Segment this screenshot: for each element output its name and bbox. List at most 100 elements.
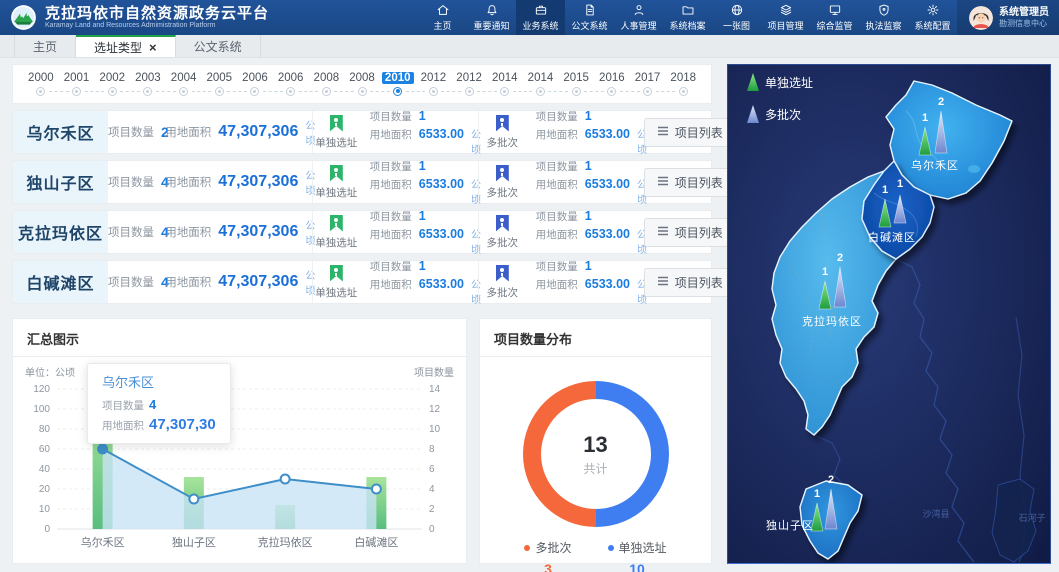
- nav-item-label: 主页: [433, 19, 451, 32]
- neighbor-label: 石河子: [1018, 512, 1045, 523]
- svg-text:8: 8: [429, 444, 435, 455]
- timeline-year[interactable]: 2003: [130, 72, 166, 97]
- donut-legend-item-1: 单独选址10: [608, 539, 667, 572]
- multi-batch-label: 多批次: [487, 235, 519, 250]
- timeline-dot[interactable]: [500, 87, 509, 96]
- nav-item-briefcase[interactable]: 业务系统: [516, 0, 565, 35]
- timeline-year[interactable]: 2016: [594, 72, 630, 97]
- timeline-year[interactable]: 2014: [523, 72, 559, 97]
- nav-item-bell[interactable]: 重要通知: [467, 0, 516, 35]
- line-point-独山子区[interactable]: [189, 495, 198, 504]
- nav-item-shield[interactable]: 执法监察: [859, 0, 908, 35]
- timeline-year[interactable]: 2001: [59, 72, 95, 97]
- svg-text:2: 2: [429, 504, 435, 515]
- timeline-year[interactable]: 2014: [487, 72, 523, 97]
- timeline-dot[interactable]: [572, 87, 581, 96]
- timeline-year[interactable]: 2018: [665, 72, 701, 97]
- land-area-value: 47,307,306: [218, 173, 298, 191]
- nav-item-label: 公文系统: [571, 19, 607, 32]
- year-label: 2005: [206, 72, 232, 84]
- user-name: 系统管理员: [999, 7, 1049, 19]
- nav-item-label: 系统档案: [669, 19, 705, 32]
- nav-item-doc[interactable]: 公文系统: [565, 0, 614, 35]
- nav-item-monitor[interactable]: 综合监管: [810, 0, 859, 35]
- timeline-dot[interactable]: [286, 87, 295, 96]
- timeline-dot[interactable]: [250, 87, 259, 96]
- timeline-dot[interactable]: [143, 87, 152, 96]
- tab-0[interactable]: 主页: [14, 35, 76, 57]
- svg-text:白碱滩区: 白碱滩区: [354, 535, 398, 549]
- timeline-dot[interactable]: [679, 87, 688, 96]
- line-point-乌尔禾区[interactable]: [98, 445, 107, 454]
- timeline-year[interactable]: 2004: [166, 72, 202, 97]
- nav-item-globe[interactable]: 一张图: [712, 0, 761, 35]
- project-list-button[interactable]: 项目列表: [644, 268, 736, 297]
- project-list-button[interactable]: 项目列表: [644, 218, 736, 247]
- marker-count: 2: [828, 474, 834, 486]
- timeline-dot[interactable]: [393, 87, 402, 96]
- multi-batch-ribbon-icon: [496, 115, 509, 132]
- district-list: 乌尔禾区 项目数量 2 用地面积 47,307,306 公顷 单独选址 项目数量…: [12, 110, 712, 304]
- list-icon: [657, 275, 669, 289]
- chart-tooltip: 乌尔禾区 项目数量 4 用地面积 47,307,30: [87, 363, 231, 444]
- multi-area: 6533.00: [585, 127, 630, 141]
- timeline-year[interactable]: 2005: [201, 72, 237, 97]
- timeline-dot[interactable]: [322, 87, 331, 96]
- multi-batch-label: 多批次: [487, 135, 519, 150]
- timeline-dot[interactable]: [429, 87, 438, 96]
- timeline-year[interactable]: 2015: [558, 72, 594, 97]
- multi-count: 1: [585, 259, 592, 273]
- timeline-year[interactable]: 2012: [451, 72, 487, 97]
- timeline-dot[interactable]: [179, 87, 188, 96]
- nav-item-folder[interactable]: 系统档案: [663, 0, 712, 35]
- user-menu[interactable]: 系统管理员 勘测信息中心: [957, 0, 1059, 35]
- home-icon: [436, 3, 450, 17]
- nav-item-gear[interactable]: 系统配置: [908, 0, 957, 35]
- multi-count: 1: [585, 159, 592, 173]
- tab-1[interactable]: 选址类型×: [76, 35, 176, 57]
- timeline-year[interactable]: 2017: [630, 72, 666, 97]
- nav-item-home[interactable]: 主页: [418, 0, 467, 35]
- project-list-button[interactable]: 项目列表: [644, 168, 736, 197]
- tab-label: 主页: [33, 38, 57, 55]
- timeline-dot[interactable]: [536, 87, 545, 96]
- map-lake: [968, 165, 980, 173]
- timeline-dot[interactable]: [108, 87, 117, 96]
- timeline-year[interactable]: 2010: [380, 72, 416, 97]
- timeline-dot[interactable]: [36, 87, 45, 96]
- year-label: 2006: [278, 72, 304, 84]
- multi-batch-ribbon-icon: [496, 165, 509, 182]
- svg-text:克拉玛依区: 克拉玛依区: [258, 535, 313, 549]
- timeline-dot[interactable]: [607, 87, 616, 96]
- timeline-year[interactable]: 2002: [94, 72, 130, 97]
- timeline-dot[interactable]: [215, 87, 224, 96]
- year-label: 2004: [171, 72, 197, 84]
- shield-icon: [877, 3, 891, 17]
- timeline-year[interactable]: 2008: [309, 72, 345, 97]
- nav-item-layers[interactable]: 项目管理: [761, 0, 810, 35]
- project-list-button[interactable]: 项目列表: [644, 118, 736, 147]
- svg-text:80: 80: [39, 424, 51, 435]
- timeline-dot[interactable]: [358, 87, 367, 96]
- line-point-克拉玛依区[interactable]: [281, 475, 290, 484]
- timeline-dot[interactable]: [643, 87, 652, 96]
- nav-item-label: 人事管理: [620, 19, 656, 32]
- nav-item-label: 重要通知: [473, 19, 509, 32]
- tab-2[interactable]: 公文系统: [176, 35, 261, 57]
- nav-item-person[interactable]: 人事管理: [614, 0, 663, 35]
- timeline-year[interactable]: 2012: [416, 72, 452, 97]
- timeline-dot[interactable]: [72, 87, 81, 96]
- marker-count: 2: [837, 252, 843, 264]
- app-logo-icon: [10, 4, 37, 31]
- line-point-白碱滩区[interactable]: [372, 485, 381, 494]
- timeline-year[interactable]: 2006: [273, 72, 309, 97]
- timeline-year[interactable]: 2006: [237, 72, 273, 97]
- timeline-year[interactable]: 2008: [344, 72, 380, 97]
- tab-close-icon[interactable]: ×: [149, 41, 157, 54]
- donut-legend: 多批次3 单独选址10: [480, 539, 711, 572]
- list-icon: [657, 175, 669, 189]
- timeline-year[interactable]: 2000: [23, 72, 59, 97]
- svg-text:乌尔禾区: 乌尔禾区: [81, 535, 125, 549]
- timeline-dot[interactable]: [465, 87, 474, 96]
- svg-text:10: 10: [429, 424, 441, 435]
